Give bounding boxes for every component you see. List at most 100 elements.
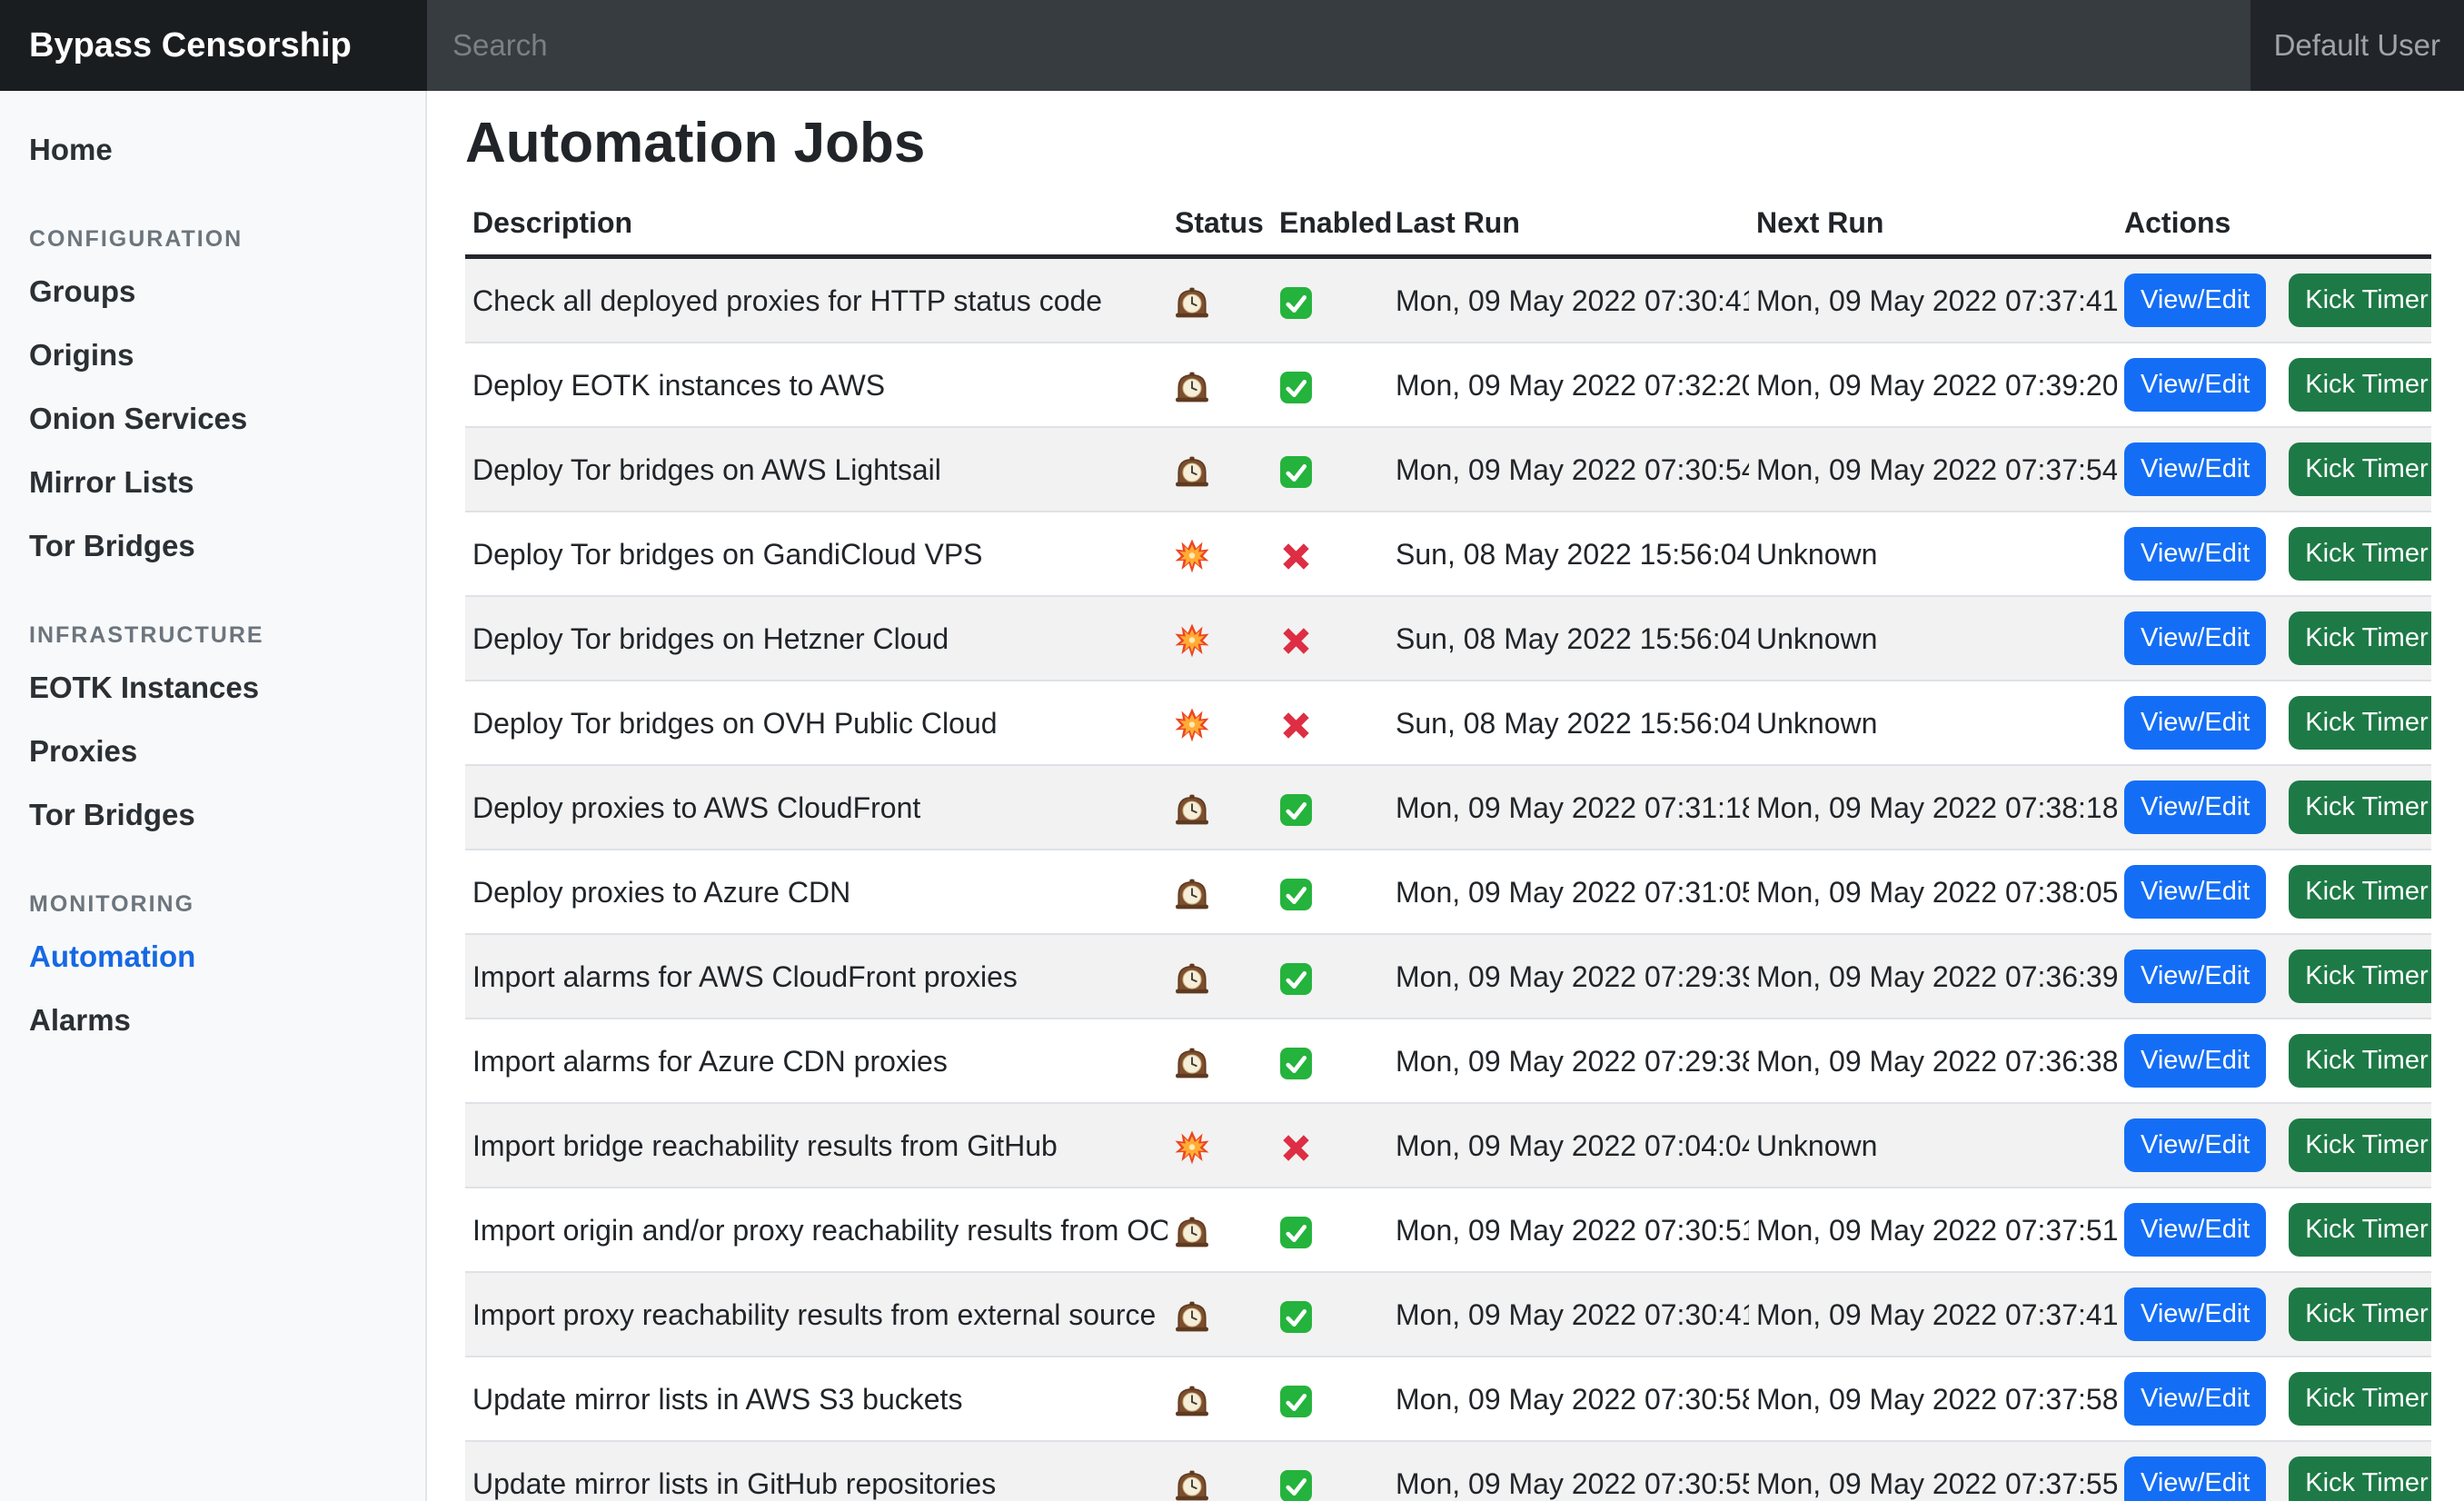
- last-run: Mon, 09 May 2022 07:29:39: [1388, 934, 1749, 1019]
- sidebar-item-origins[interactable]: Origins: [0, 323, 425, 387]
- view-edit-button[interactable]: View/Edit: [2124, 358, 2266, 412]
- last-run: Mon, 09 May 2022 07:30:54: [1388, 427, 1749, 512]
- next-run: Mon, 09 May 2022 07:37:41: [1749, 257, 2117, 343]
- sidebar-item-proxies[interactable]: Proxies: [0, 720, 425, 783]
- next-run: Mon, 09 May 2022 07:37:41: [1749, 1272, 2117, 1357]
- job-description: Deploy proxies to AWS CloudFront: [465, 765, 1167, 850]
- column-header-status: Status: [1167, 197, 1272, 257]
- kick-timer-button[interactable]: Kick Timer: [2289, 1203, 2431, 1257]
- table-row: Deploy proxies to Azure CDN Mon, 09 May …: [465, 850, 2431, 934]
- status-scheduled-clock-icon: [1175, 1299, 1209, 1334]
- search-input[interactable]: [427, 0, 2250, 91]
- table-row: Import alarms for AWS CloudFront proxies…: [465, 934, 2431, 1019]
- user-area: Default User: [2250, 0, 2464, 91]
- next-run: Mon, 09 May 2022 07:38:18: [1749, 765, 2117, 850]
- view-edit-button[interactable]: View/Edit: [2124, 949, 2266, 1003]
- last-run: Mon, 09 May 2022 07:31:05: [1388, 850, 1749, 934]
- kick-timer-button[interactable]: Kick Timer: [2289, 527, 2431, 581]
- column-header-next-run: Next Run: [1749, 197, 2117, 257]
- kick-timer-button[interactable]: Kick Timer: [2289, 1287, 2431, 1341]
- kick-timer-button[interactable]: Kick Timer: [2289, 696, 2431, 750]
- job-description: Import alarms for AWS CloudFront proxies: [465, 934, 1167, 1019]
- view-edit-button[interactable]: View/Edit: [2124, 865, 2266, 919]
- status-scheduled-clock-icon: [1175, 454, 1209, 489]
- view-edit-button[interactable]: View/Edit: [2124, 1034, 2266, 1088]
- sidebar-item-eotk-instances[interactable]: EOTK Instances: [0, 656, 425, 720]
- sidebar-item-automation[interactable]: Automation: [0, 925, 425, 989]
- table-row: Deploy Tor bridges on Hetzner Cloud Sun,…: [465, 596, 2431, 681]
- status-error-collision-icon: [1175, 1130, 1209, 1165]
- sidebar-item-tor-bridges[interactable]: Tor Bridges: [0, 783, 425, 847]
- last-run: Mon, 09 May 2022 07:30:41: [1388, 1272, 1749, 1357]
- automation-jobs-table: DescriptionStatusEnabledLast RunNext Run…: [465, 197, 2431, 1501]
- kick-timer-button[interactable]: Kick Timer: [2289, 780, 2431, 834]
- next-run: Mon, 09 May 2022 07:36:38: [1749, 1019, 2117, 1103]
- kick-timer-button[interactable]: Kick Timer: [2289, 358, 2431, 412]
- table-row: Import origin and/or proxy reachability …: [465, 1188, 2431, 1272]
- kick-timer-button[interactable]: Kick Timer: [2289, 1034, 2431, 1088]
- view-edit-button[interactable]: View/Edit: [2124, 442, 2266, 496]
- table-row: Deploy EOTK instances to AWS Mon, 09 May…: [465, 343, 2431, 427]
- enabled-check-icon: [1279, 1300, 1313, 1334]
- sidebar-item-groups[interactable]: Groups: [0, 260, 425, 323]
- table-row: Update mirror lists in GitHub repositori…: [465, 1441, 2431, 1501]
- column-header-last-run: Last Run: [1388, 197, 1749, 257]
- sidebar-item-home[interactable]: Home: [0, 118, 425, 182]
- view-edit-button[interactable]: View/Edit: [2124, 527, 2266, 581]
- kick-timer-button[interactable]: Kick Timer: [2289, 611, 2431, 665]
- view-edit-button[interactable]: View/Edit: [2124, 1372, 2266, 1426]
- job-description: Update mirror lists in GitHub repositori…: [465, 1441, 1167, 1501]
- column-header-description: Description: [465, 197, 1167, 257]
- kick-timer-button[interactable]: Kick Timer: [2289, 1372, 2431, 1426]
- next-run: Mon, 09 May 2022 07:37:54: [1749, 427, 2117, 512]
- kick-timer-button[interactable]: Kick Timer: [2289, 865, 2431, 919]
- sidebar-item-tor-bridges[interactable]: Tor Bridges: [0, 514, 425, 578]
- status-error-collision-icon: [1175, 708, 1209, 742]
- kick-timer-button[interactable]: Kick Timer: [2289, 273, 2431, 327]
- sidebar-section: CONFIGURATION GroupsOriginsOnion Service…: [0, 225, 425, 578]
- view-edit-button[interactable]: View/Edit: [2124, 1456, 2266, 1501]
- last-run: Mon, 09 May 2022 07:30:55: [1388, 1441, 1749, 1501]
- next-run: Unknown: [1749, 1103, 2117, 1188]
- last-run: Mon, 09 May 2022 07:30:41: [1388, 257, 1749, 343]
- status-scheduled-clock-icon: [1175, 792, 1209, 827]
- view-edit-button[interactable]: View/Edit: [2124, 780, 2266, 834]
- view-edit-button[interactable]: View/Edit: [2124, 1287, 2266, 1341]
- app-brand[interactable]: Bypass Censorship: [29, 26, 352, 65]
- kick-timer-button[interactable]: Kick Timer: [2289, 1456, 2431, 1501]
- last-run: Mon, 09 May 2022 07:32:20: [1388, 343, 1749, 427]
- sidebar-item-alarms[interactable]: Alarms: [0, 989, 425, 1052]
- enabled-check-icon: [1279, 286, 1313, 320]
- job-description: Deploy Tor bridges on Hetzner Cloud: [465, 596, 1167, 681]
- status-scheduled-clock-icon: [1175, 1046, 1209, 1080]
- kick-timer-button[interactable]: Kick Timer: [2289, 1118, 2431, 1172]
- view-edit-button[interactable]: View/Edit: [2124, 611, 2266, 665]
- table-row: Update mirror lists in AWS S3 buckets Mo…: [465, 1357, 2431, 1441]
- job-description: Import proxy reachability results from e…: [465, 1272, 1167, 1357]
- view-edit-button[interactable]: View/Edit: [2124, 273, 2266, 327]
- sidebar-nav: Home CONFIGURATION GroupsOriginsOnion Se…: [0, 118, 425, 1052]
- table-row: Import alarms for Azure CDN proxies Mon,…: [465, 1019, 2431, 1103]
- user-menu[interactable]: Default User: [2274, 28, 2440, 63]
- sidebar-item-onion-services[interactable]: Onion Services: [0, 387, 425, 451]
- table-row: Check all deployed proxies for HTTP stat…: [465, 257, 2431, 343]
- kick-timer-button[interactable]: Kick Timer: [2289, 442, 2431, 496]
- enabled-check-icon: [1279, 455, 1313, 489]
- enabled-check-icon: [1279, 1385, 1313, 1418]
- job-description: Deploy EOTK instances to AWS: [465, 343, 1167, 427]
- sidebar-item-mirror-lists[interactable]: Mirror Lists: [0, 451, 425, 514]
- sidebar-heading-configuration: CONFIGURATION: [0, 225, 425, 253]
- next-run: Unknown: [1749, 512, 2117, 596]
- kick-timer-button[interactable]: Kick Timer: [2289, 949, 2431, 1003]
- table-header-row: DescriptionStatusEnabledLast RunNext Run…: [465, 197, 2431, 257]
- view-edit-button[interactable]: View/Edit: [2124, 1118, 2266, 1172]
- view-edit-button[interactable]: View/Edit: [2124, 1203, 2266, 1257]
- last-run: Sun, 08 May 2022 15:56:04: [1388, 512, 1749, 596]
- table-row: Deploy Tor bridges on OVH Public Cloud S…: [465, 681, 2431, 765]
- view-edit-button[interactable]: View/Edit: [2124, 696, 2266, 750]
- disabled-cross-icon: [1279, 709, 1313, 742]
- status-scheduled-clock-icon: [1175, 285, 1209, 320]
- table-row: Import proxy reachability results from e…: [465, 1272, 2431, 1357]
- next-run: Mon, 09 May 2022 07:37:55: [1749, 1441, 2117, 1501]
- brand-area: Bypass Censorship: [0, 0, 427, 91]
